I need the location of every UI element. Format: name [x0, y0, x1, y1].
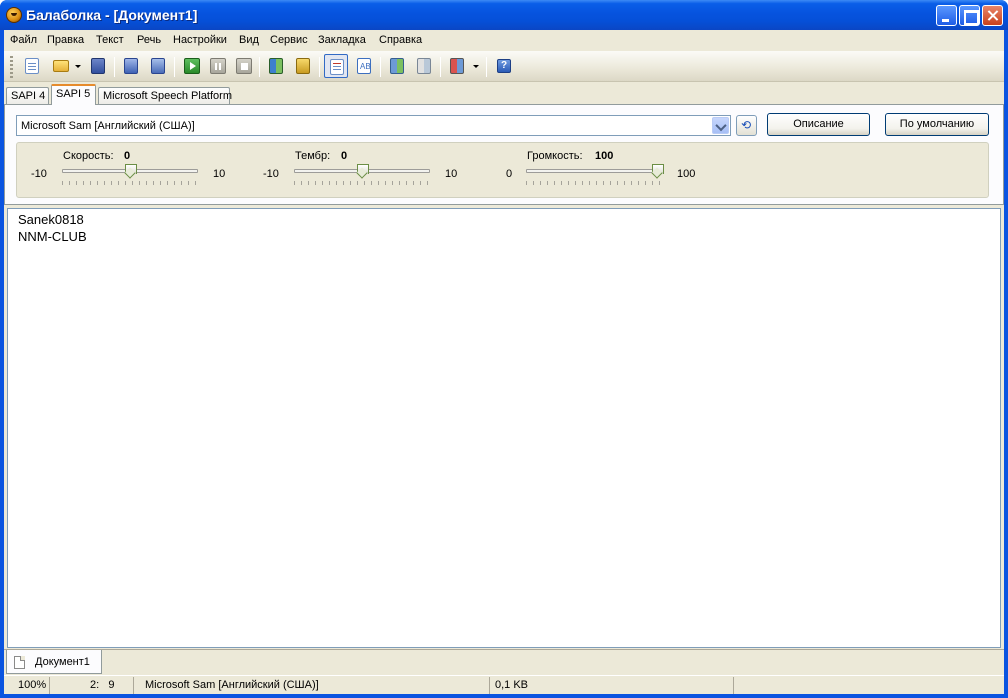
join-icon[interactable] [414, 56, 434, 76]
status-empty [734, 677, 1004, 694]
client-area: Файл Правка Текст Речь Настройки Вид Сер… [4, 30, 1004, 694]
status-zoom: 100% [4, 677, 50, 694]
title-bar[interactable]: Балаболка - [Документ1] [0, 0, 1008, 30]
menu-edit[interactable]: Правка [47, 34, 84, 46]
book-dropdown-icon[interactable] [473, 65, 479, 68]
document-tabs: Документ1 [4, 649, 1004, 674]
open-folder-icon[interactable] [50, 56, 70, 76]
toolbar-separator [319, 57, 320, 77]
refresh-icon: ⟲ [741, 118, 752, 132]
toolbar-separator [174, 57, 175, 77]
volume-slider-track[interactable] [526, 169, 662, 173]
sapi5-panel: Microsoft Sam [Английский (США)] ⟲ Описа… [4, 104, 1004, 205]
tab-sapi5[interactable]: SAPI 5 [51, 84, 96, 105]
status-line: 2: [90, 679, 100, 691]
batch-convert-icon[interactable] [148, 56, 168, 76]
balabolka-app-icon[interactable] [6, 7, 22, 23]
editor-line: NNM-CLUB [18, 229, 87, 244]
toolbar-separator [486, 57, 487, 77]
book-icon[interactable] [447, 56, 467, 76]
tab-sapi4[interactable]: SAPI 4 [6, 87, 49, 105]
volume-max: 100 [677, 168, 696, 180]
chevron-down-icon[interactable] [712, 117, 729, 134]
rate-min: -10 [31, 168, 47, 180]
pitch-slider-thumb[interactable] [357, 164, 369, 178]
rate-value: 0 [124, 150, 131, 162]
menu-help[interactable]: Справка [379, 34, 422, 46]
rate-slider-thumb[interactable] [125, 164, 137, 178]
pitch-slider-ticks [294, 181, 430, 185]
pitch-label: Тембр: [295, 150, 331, 162]
minimize-button[interactable] [936, 5, 957, 26]
play-icon[interactable] [181, 56, 201, 76]
document-tab-label: Документ1 [35, 656, 90, 668]
rate-label: Скорость: [63, 150, 114, 162]
voice-parameters-group: Скорость: 0 -10 10 Тембр: 0 -10 10 Громк… [16, 142, 989, 198]
tab-microsoft-speech-platform[interactable]: Microsoft Speech Platform [98, 87, 232, 105]
status-bar: 100% 2: 9 Microsoft Sam [Английский (США… [4, 675, 1004, 694]
toolbar: AB ? [4, 51, 1004, 82]
toolbar-grip[interactable] [10, 56, 13, 78]
maximize-button[interactable] [959, 5, 980, 26]
toolbar-separator [380, 57, 381, 77]
speech-engine-tabs: SAPI 4 SAPI 5 Microsoft Speech Platform [4, 84, 1004, 105]
volume-label: Громкость: [527, 150, 583, 162]
menu-service[interactable]: Сервис [270, 34, 308, 46]
status-position: 2: 9 [50, 677, 134, 694]
toolbar-separator [440, 57, 441, 77]
stop-icon[interactable] [233, 56, 253, 76]
status-size: 0,1 KB [490, 677, 734, 694]
menu-view[interactable]: Вид [239, 34, 259, 46]
pitch-value: 0 [341, 150, 348, 162]
voice-select[interactable]: Microsoft Sam [Английский (США)] [16, 115, 731, 136]
menu-file[interactable]: Файл [10, 34, 37, 46]
read-file-icon[interactable] [293, 56, 313, 76]
toolbar-separator [114, 57, 115, 77]
rate-slider-ticks [62, 181, 198, 185]
document-icon [14, 656, 25, 669]
status-col: 9 [108, 679, 115, 691]
editor-mode-icon[interactable] [324, 54, 348, 78]
menu-text[interactable]: Текст [96, 34, 124, 46]
window-title: Балаболка - [Документ1] [26, 7, 198, 23]
application-window: Балаболка - [Документ1] Файл Правка Текс… [0, 0, 1008, 698]
pause-icon[interactable] [207, 56, 227, 76]
toolbar-separator [259, 57, 260, 77]
editor-line: Sanek0818 [18, 212, 84, 227]
volume-slider-ticks [526, 181, 662, 185]
volume-value: 100 [595, 150, 614, 162]
status-voice: Microsoft Sam [Английский (США)] [134, 677, 490, 694]
convert-icon[interactable] [121, 56, 141, 76]
description-button[interactable]: Описание [767, 113, 870, 136]
menu-speech[interactable]: Речь [137, 34, 161, 46]
volume-slider-thumb[interactable] [652, 164, 664, 178]
rate-max: 10 [213, 168, 226, 180]
text-editor[interactable]: Sanek0818 NNM-CLUB [7, 208, 1001, 648]
new-document-icon[interactable] [22, 56, 42, 76]
menu-bar: Файл Правка Текст Речь Настройки Вид Сер… [4, 30, 1004, 50]
default-button[interactable]: По умолчанию [885, 113, 989, 136]
pitch-min: -10 [263, 168, 279, 180]
refresh-voices-button[interactable]: ⟲ [736, 115, 757, 136]
spell-icon[interactable]: AB [354, 56, 374, 76]
read-clipboard-icon[interactable] [266, 56, 286, 76]
volume-min: 0 [506, 168, 513, 180]
help-icon[interactable]: ? [494, 56, 514, 76]
menu-settings[interactable]: Настройки [173, 34, 227, 46]
open-dropdown-icon[interactable] [75, 65, 81, 68]
pitch-max: 10 [445, 168, 458, 180]
split-icon[interactable] [387, 56, 407, 76]
menu-bookmark[interactable]: Закладка [318, 34, 366, 46]
voice-select-value: Microsoft Sam [Английский (США)] [21, 120, 195, 132]
document-tab[interactable]: Документ1 [6, 650, 102, 674]
close-button[interactable] [982, 5, 1003, 26]
save-audio-icon[interactable] [88, 56, 108, 76]
